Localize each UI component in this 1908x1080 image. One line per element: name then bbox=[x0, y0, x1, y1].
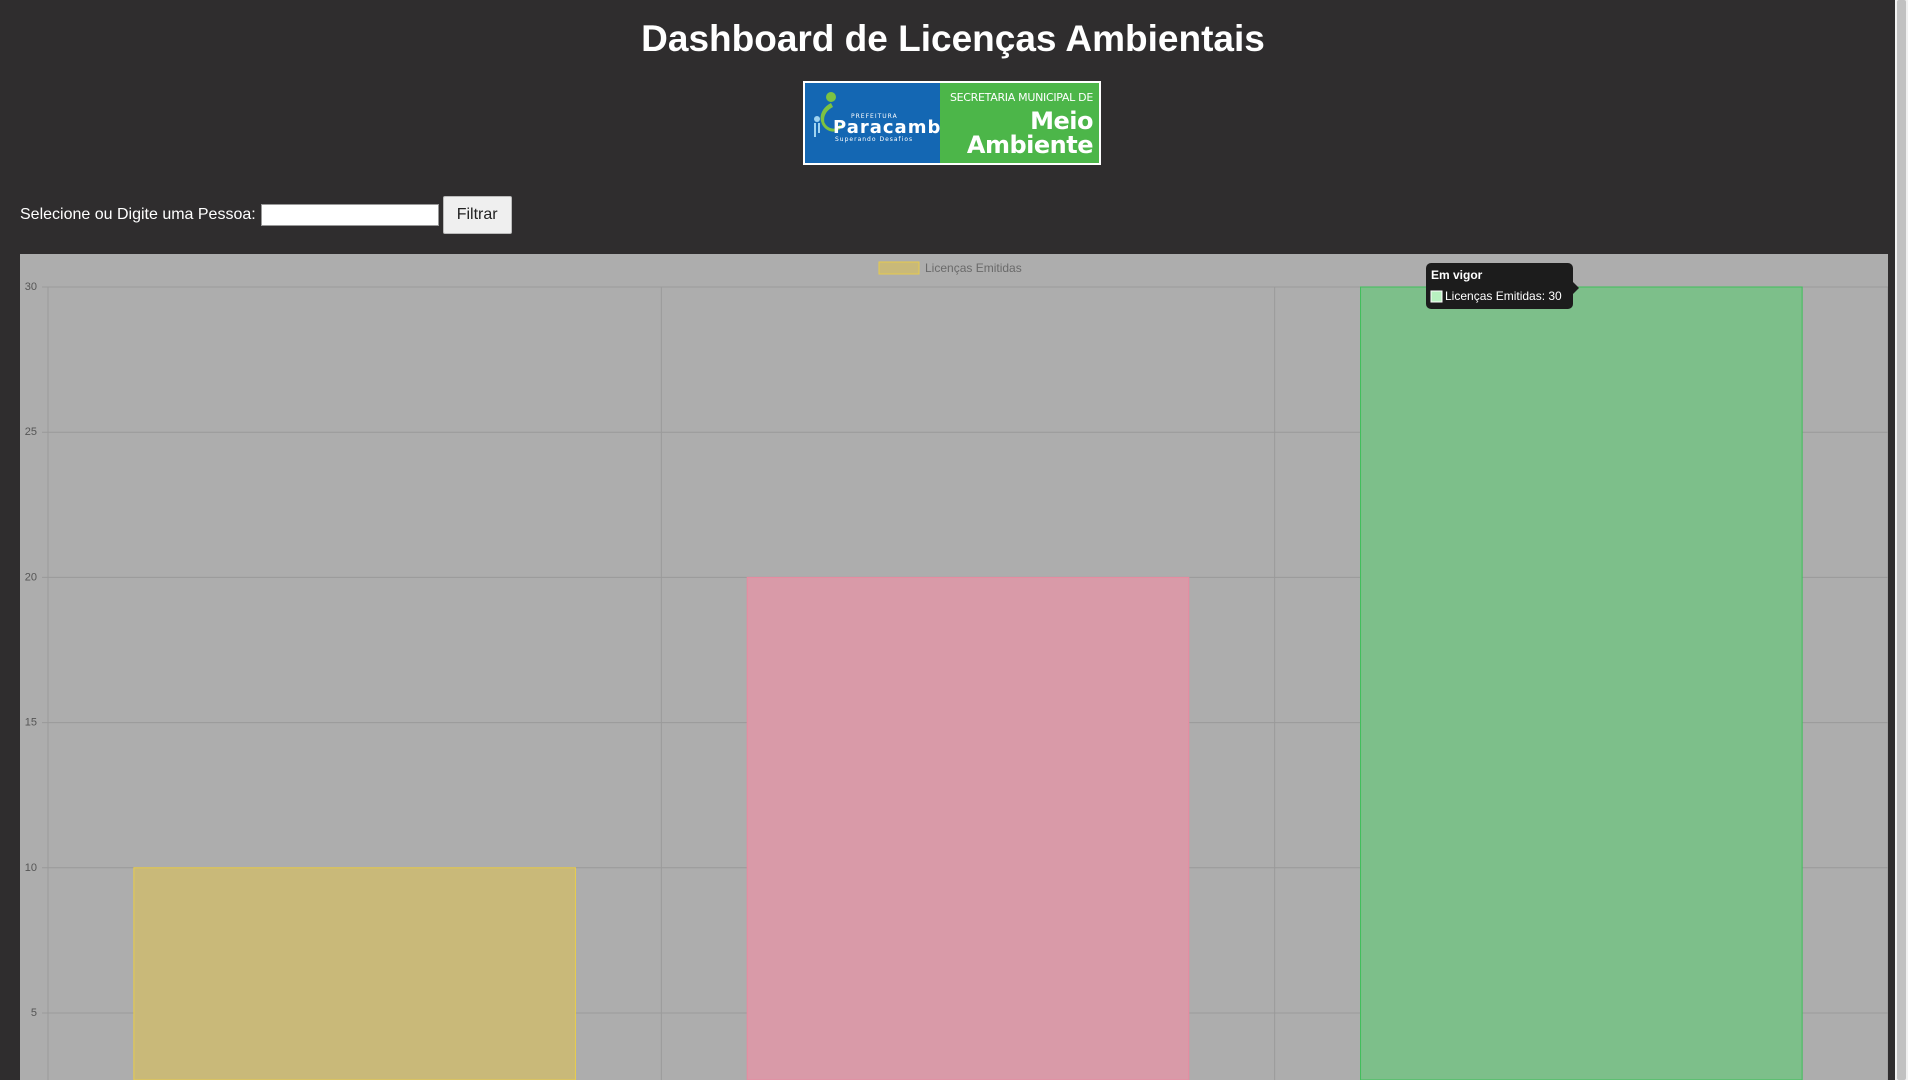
bar bbox=[1360, 286, 1803, 1080]
chart-svg: 5 10 15 20 25 30 Licenças Emitidas Em vigor Lice… bbox=[25, 261, 1888, 1080]
page-title: Dashboard de Licenças Ambientais bbox=[641, 18, 1265, 59]
person-filter-label: Selecione ou Digite uma Pessoa: bbox=[20, 206, 256, 223]
tooltip-swatch bbox=[1430, 290, 1443, 303]
logo-secretaria-text: SECRETARIA MUNICIPAL DE bbox=[949, 91, 1093, 104]
meio-ambiente-logo-panel: SECRETARIA MUNICIPAL DE Meio Ambiente bbox=[940, 83, 1099, 163]
tooltip-label: Licenças Emitidas: 30 bbox=[1445, 289, 1562, 303]
person-filter: Selecione ou Digite uma Pessoa: Filtrar bbox=[20, 196, 512, 234]
person-search-input[interactable] bbox=[260, 204, 439, 226]
logo-ambiente-text: Ambiente bbox=[966, 131, 1094, 159]
y-tick-label: 10 bbox=[25, 862, 37, 874]
page-scrollbar[interactable] bbox=[1895, 0, 1908, 1080]
bar bbox=[746, 576, 1190, 1080]
scrollbar-thumb[interactable] bbox=[1897, 0, 1906, 1080]
y-tick-label: 30 bbox=[25, 281, 37, 293]
filter-button[interactable]: Filtrar bbox=[442, 196, 512, 234]
y-tick-label: 5 bbox=[31, 1007, 37, 1019]
licenses-bar-chart: 5 10 15 20 25 30 Licenças Emitidas Em vigor Lice… bbox=[20, 254, 1888, 1080]
logo-city-text: Paracambi bbox=[833, 117, 949, 138]
secretaria-meio-ambiente-logo: PREFEITURA Paracambi Superando Desafios … bbox=[803, 81, 1101, 165]
y-tick-label: 20 bbox=[25, 571, 37, 583]
prefeitura-paracambi-logo: PREFEITURA Paracambi Superando Desafios bbox=[805, 83, 948, 163]
y-tick-label: 25 bbox=[25, 426, 37, 438]
tooltip-title: Em vigor bbox=[1431, 268, 1483, 282]
bar bbox=[133, 867, 576, 1080]
y-tick-label: 15 bbox=[25, 717, 37, 729]
legend-swatch bbox=[878, 261, 920, 275]
legend-label: Licenças Emitidas bbox=[925, 261, 1022, 275]
logo-tagline-text: Superando Desafios bbox=[835, 136, 914, 143]
